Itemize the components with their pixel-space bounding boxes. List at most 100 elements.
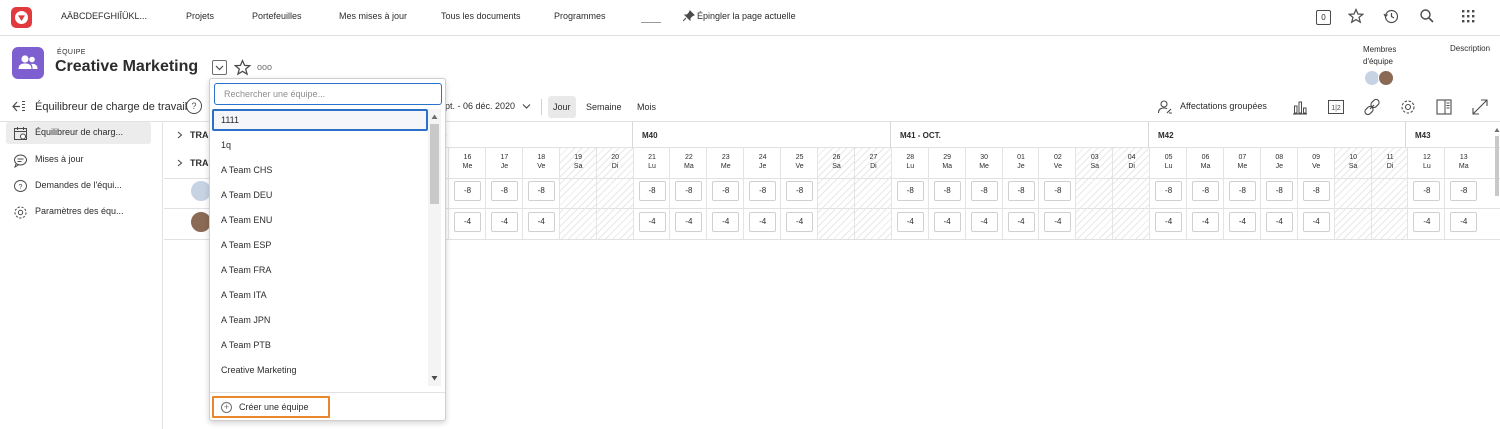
sidebar-item-team-settings[interactable]: Paramètres des équ... — [6, 201, 151, 223]
allocation-cell[interactable]: -4 — [1302, 212, 1330, 232]
app-name[interactable]: AÄBCDEFGHIÎÜKL... — [61, 11, 147, 21]
allocation-cell[interactable]: -4 — [527, 212, 555, 232]
allocation-cell[interactable]: -8 — [527, 181, 555, 201]
team-option[interactable]: A Team CHS — [212, 159, 428, 181]
allocation-cell[interactable]: -8 — [454, 181, 481, 201]
team-option[interactable]: A Team PTB — [212, 334, 428, 356]
nav-projets[interactable]: Projets — [186, 11, 214, 21]
allocation-cell[interactable]: -8 — [1155, 181, 1183, 201]
create-team-button[interactable]: + Créer une équipe — [212, 396, 330, 418]
member-avatar-photo[interactable] — [1378, 70, 1394, 86]
pin-icon[interactable] — [683, 10, 695, 22]
allocation-cell[interactable]: -4 — [490, 212, 518, 232]
team-option[interactable]: 1111 — [212, 109, 428, 131]
scrollbar-thumb[interactable] — [430, 124, 439, 204]
allocation-cell[interactable]: -4 — [933, 212, 961, 232]
grouped-assignments-icon[interactable] — [1157, 99, 1173, 115]
nav-programmes[interactable]: Programmes — [554, 11, 606, 21]
allocation-cell[interactable]: -8 — [1192, 181, 1219, 201]
grouped-assignments-button[interactable]: Affectations groupées — [1180, 101, 1267, 111]
allocation-cell[interactable]: -8 — [786, 181, 814, 201]
panel-toggle-icon[interactable] — [1435, 98, 1453, 116]
allocation-cell[interactable]: -4 — [454, 212, 481, 232]
team-option[interactable]: Creative Marketing — [212, 359, 428, 381]
allocation-cell[interactable]: -4 — [1413, 212, 1441, 232]
allocation-cell[interactable]: -4 — [1044, 212, 1072, 232]
team-search-input[interactable] — [215, 84, 441, 104]
allocation-cell[interactable]: -4 — [1007, 212, 1035, 232]
allocation-cell[interactable]: -4 — [896, 212, 924, 232]
history-icon[interactable] — [1383, 8, 1403, 28]
chart-icon[interactable] — [1291, 98, 1309, 116]
help-icon[interactable]: ? — [186, 98, 202, 114]
description-label[interactable]: Description — [1450, 44, 1490, 53]
sidebar-item-updates[interactable]: Mises à jour — [6, 149, 151, 171]
team-option[interactable]: A Team FRA — [212, 259, 428, 281]
collapse-sidebar-icon[interactable] — [12, 100, 26, 113]
allocation-cell[interactable]: -8 — [1302, 181, 1330, 201]
allocation-cell[interactable]: -8 — [675, 181, 703, 201]
allocation-cell[interactable]: -4 — [1450, 212, 1478, 232]
chevron-down-icon[interactable] — [522, 103, 531, 110]
sidebar-item-workload-balancer[interactable]: Équilibreur de charg... — [6, 122, 151, 144]
day-name: Di — [870, 163, 877, 170]
team-option[interactable]: A Team ENU — [212, 209, 428, 231]
team-option[interactable]: A Team ESP — [212, 234, 428, 256]
team-option[interactable]: 1q — [212, 134, 428, 156]
allocation-cell[interactable]: -4 — [970, 212, 998, 232]
allocation-cell[interactable]: -4 — [675, 212, 703, 232]
row-group-label[interactable]: TRA — [190, 158, 209, 168]
team-option[interactable]: A Team DEU — [212, 184, 428, 206]
allocation-cell[interactable]: -8 — [638, 181, 666, 201]
allocation-cell[interactable]: -4 — [1265, 212, 1293, 232]
chevron-right-icon[interactable] — [177, 159, 183, 167]
view-day-button[interactable]: Jour — [548, 96, 576, 118]
more-options-button[interactable]: ooo — [257, 62, 272, 72]
inbox-count-button[interactable]: 0 — [1315, 8, 1335, 28]
allocation-cell[interactable]: -4 — [1155, 212, 1183, 232]
allocation-cell[interactable]: -4 — [1228, 212, 1256, 232]
allocation-cell[interactable]: -8 — [1007, 181, 1035, 201]
dropdown-scrollbar[interactable] — [428, 109, 441, 386]
search-icon[interactable] — [1419, 8, 1439, 28]
team-switcher-button[interactable] — [212, 60, 227, 75]
favorite-star-icon[interactable] — [234, 59, 251, 76]
view-month-button[interactable]: Mois — [632, 96, 661, 118]
allocation-cell[interactable]: -8 — [1265, 181, 1293, 201]
allocation-cell[interactable]: -8 — [1413, 181, 1441, 201]
allocation-cell[interactable]: -4 — [749, 212, 777, 232]
allocation-cell[interactable]: -4 — [712, 212, 740, 232]
allocation-cell[interactable]: -4 — [638, 212, 666, 232]
chevron-right-icon[interactable] — [177, 131, 183, 139]
expand-icon[interactable] — [1471, 98, 1489, 116]
allocation-cell[interactable]: -4 — [1192, 212, 1219, 232]
allocation-cell[interactable]: -8 — [1044, 181, 1072, 201]
team-members-label[interactable]: Membres d'équipe — [1363, 44, 1415, 68]
allocation-cell[interactable]: -8 — [896, 181, 924, 201]
date-range-picker[interactable]: pt. - 06 déc. 2020 — [445, 101, 515, 111]
row-group-label[interactable]: TRA — [190, 130, 209, 140]
app-grid-icon[interactable] — [1460, 8, 1480, 28]
number-display-icon[interactable]: 1|2 — [1327, 98, 1345, 116]
view-week-button[interactable]: Semaine — [581, 96, 627, 118]
pin-page-link[interactable]: Épingler la page actuelle — [697, 11, 796, 21]
nav-mes-mises-a-jour[interactable]: Mes mises à jour — [339, 11, 407, 21]
allocation-cell[interactable]: -8 — [1228, 181, 1256, 201]
settings-gear-icon[interactable] — [1399, 98, 1417, 116]
grid-scrollbar[interactable] — [1494, 124, 1500, 314]
star-icon[interactable] — [1348, 8, 1368, 28]
allocation-cell[interactable]: -4 — [786, 212, 814, 232]
link-icon[interactable] — [1363, 98, 1381, 116]
allocation-cell[interactable]: -8 — [712, 181, 740, 201]
allocation-cell[interactable]: -8 — [749, 181, 777, 201]
team-option[interactable]: A Team JPN — [212, 309, 428, 331]
nav-portefeuilles[interactable]: Portefeuilles — [252, 11, 302, 21]
app-logo-icon[interactable] — [11, 7, 32, 28]
allocation-cell[interactable]: -8 — [970, 181, 998, 201]
nav-tous-les-documents[interactable]: Tous les documents — [441, 11, 521, 21]
allocation-cell[interactable]: -8 — [1450, 181, 1478, 201]
sidebar-item-team-requests[interactable]: ? Demandes de l'équi... — [6, 175, 151, 197]
allocation-cell[interactable]: -8 — [490, 181, 518, 201]
allocation-cell[interactable]: -8 — [933, 181, 961, 201]
team-option[interactable]: A Team ITA — [212, 284, 428, 306]
